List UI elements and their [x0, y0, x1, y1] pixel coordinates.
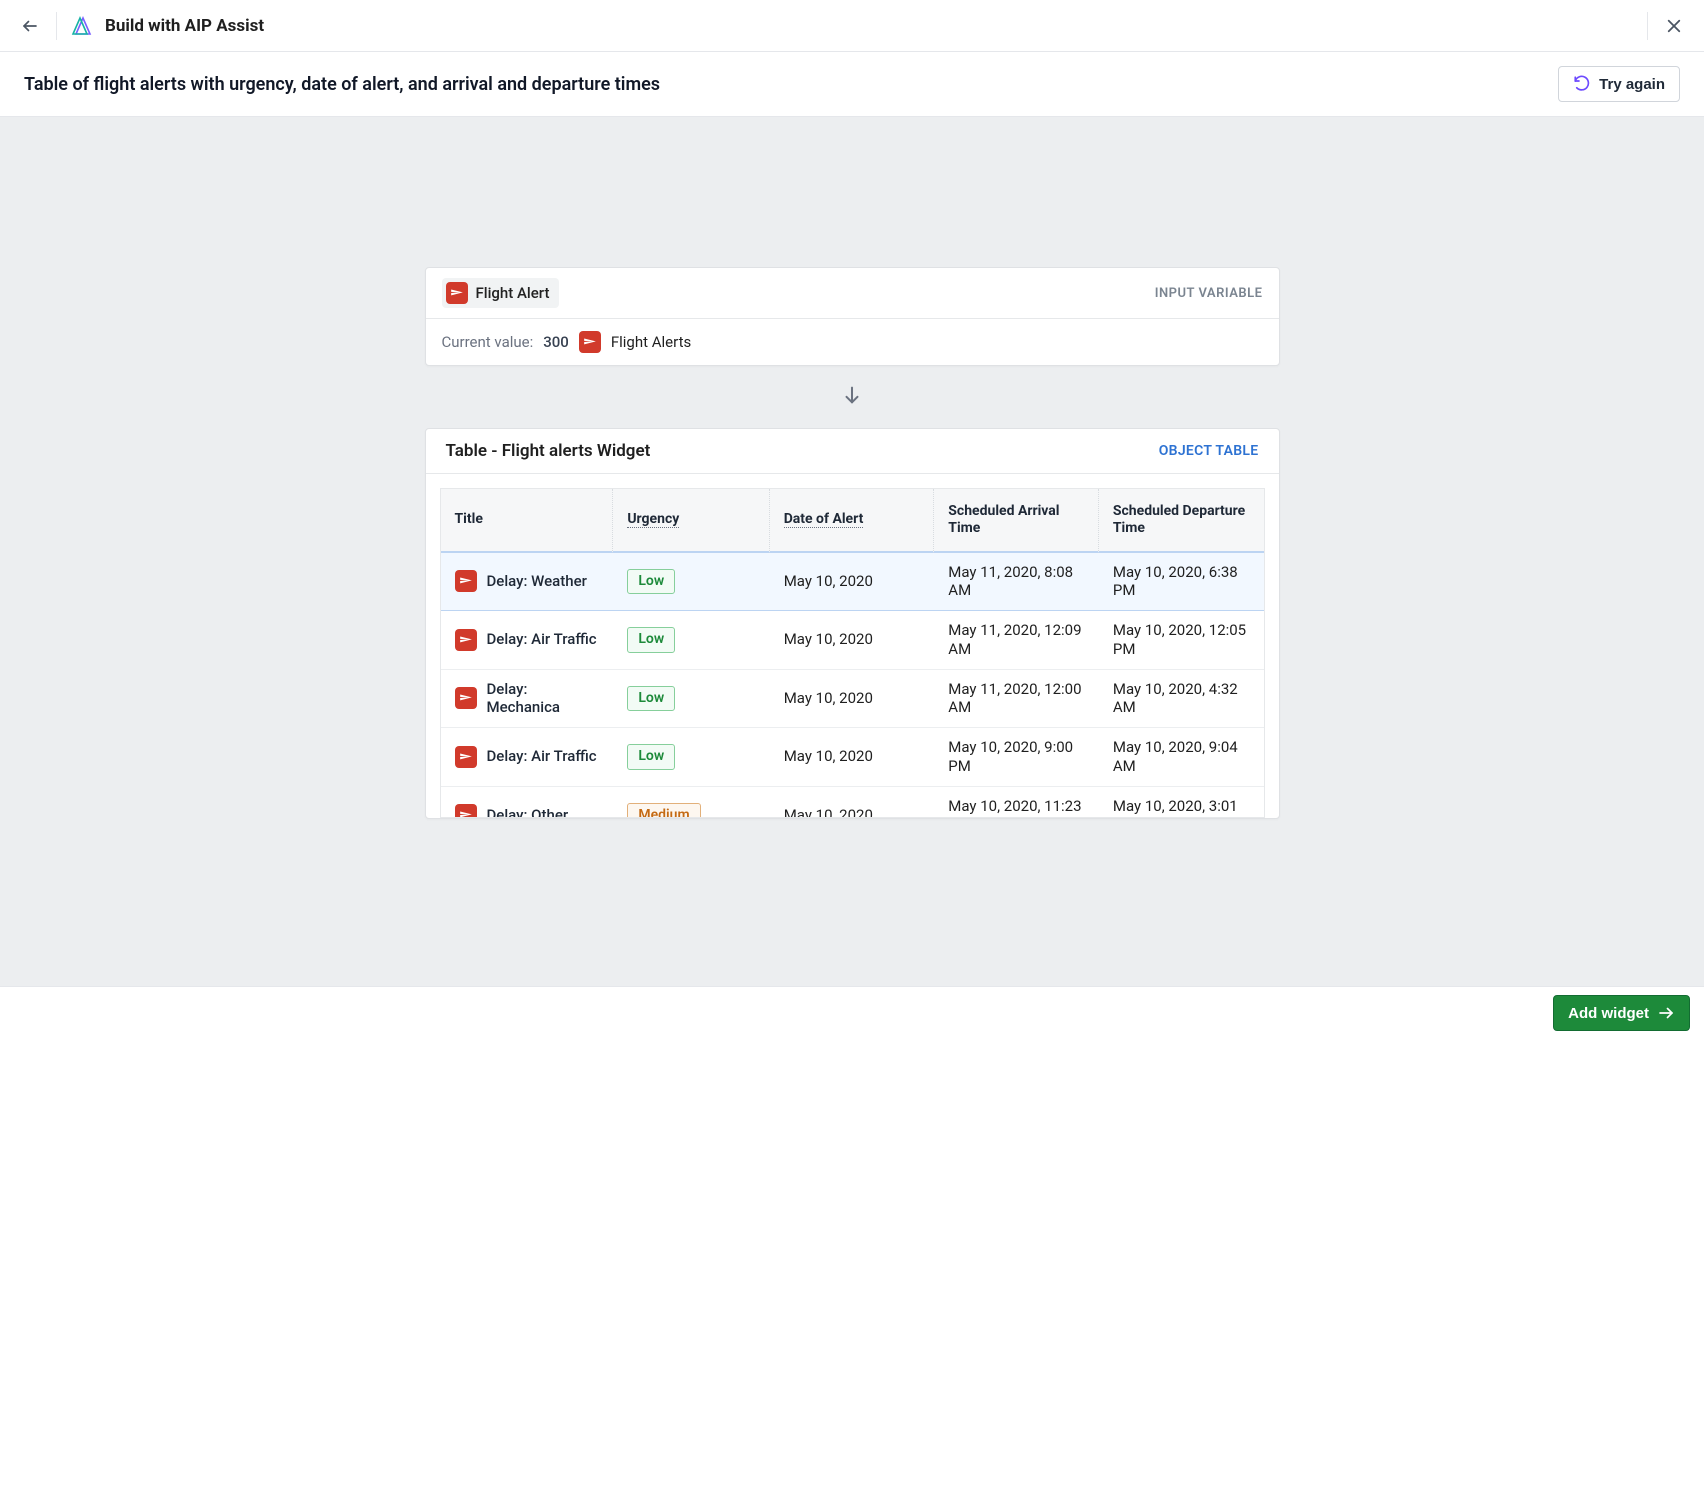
airplane-icon — [455, 804, 477, 818]
row-date: May 10, 2020 — [770, 670, 935, 729]
add-widget-button[interactable]: Add widget — [1553, 995, 1690, 1031]
arrow-left-icon — [21, 17, 39, 35]
column-header-date[interactable]: Date of Alert — [770, 489, 935, 553]
row-title: Delay: Other — [487, 806, 569, 818]
row-title: Delay: Weather — [487, 572, 587, 591]
flight-alert-chip[interactable]: Flight Alert — [442, 278, 560, 308]
row-departure: May 10, 2020, 9:04 AM — [1099, 728, 1264, 787]
object-table-header: Table - Flight alerts Widget OBJECT TABL… — [426, 429, 1279, 474]
canvas: Flight Alert INPUT VARIABLE Current valu… — [0, 117, 1704, 987]
urgency-badge: Low — [627, 569, 675, 595]
urgency-badge: Medium — [627, 803, 700, 818]
urgency-badge: Low — [627, 627, 675, 653]
chip-label: Flight Alert — [476, 284, 550, 302]
airplane-icon — [455, 629, 477, 651]
back-button[interactable] — [18, 14, 42, 38]
airplane-icon — [446, 282, 468, 304]
flow-arrow-icon — [841, 384, 863, 410]
airplane-icon — [455, 687, 477, 709]
topbar-divider — [1647, 12, 1648, 40]
row-date: May 10, 2020 — [770, 728, 935, 787]
table-row[interactable]: Delay: Mechanica Low May 10, 2020May 11, … — [441, 670, 1264, 729]
row-arrival: May 11, 2020, 8:08 AM — [934, 553, 1099, 612]
row-date: May 10, 2020 — [770, 787, 935, 818]
row-arrival: May 11, 2020, 12:09 AM — [934, 611, 1099, 670]
input-variable-card: Flight Alert INPUT VARIABLE Current valu… — [425, 267, 1280, 366]
column-header-title[interactable]: Title — [441, 489, 614, 553]
subheader: Table of flight alerts with urgency, dat… — [0, 52, 1704, 117]
undo-icon — [1573, 75, 1591, 93]
row-title: Delay: Mechanica — [487, 680, 600, 718]
close-button[interactable] — [1662, 14, 1686, 38]
object-table-title: Table - Flight alerts Widget — [446, 441, 651, 461]
table-header-row: Title Urgency Date of Alert Scheduled Ar… — [441, 489, 1264, 553]
aip-logo-icon — [71, 14, 95, 38]
input-variable-header: Flight Alert INPUT VARIABLE — [426, 268, 1279, 319]
prompt-text: Table of flight alerts with urgency, dat… — [24, 74, 660, 95]
airplane-icon — [579, 331, 601, 353]
row-date: May 10, 2020 — [770, 611, 935, 670]
input-variable-body: Current value: 300 Flight Alerts — [426, 319, 1279, 365]
close-icon — [1665, 17, 1683, 35]
airplane-icon — [455, 746, 477, 768]
current-value-count: 300 — [543, 333, 569, 351]
table-row[interactable]: Delay: Weather Low May 10, 2020May 11, 20… — [441, 553, 1264, 612]
object-table-card: Table - Flight alerts Widget OBJECT TABL… — [425, 428, 1280, 819]
try-again-button[interactable]: Try again — [1558, 66, 1680, 102]
object-table-meta: OBJECT TABLE — [1159, 443, 1259, 459]
column-header-urgency[interactable]: Urgency — [613, 489, 769, 553]
column-header-departure[interactable]: Scheduled Departure Time — [1099, 489, 1264, 553]
footer: Add widget — [0, 987, 1704, 1045]
arrow-right-icon — [1657, 1004, 1675, 1022]
add-widget-label: Add widget — [1568, 1005, 1649, 1022]
current-value-name: Flight Alerts — [611, 333, 691, 351]
row-departure: May 10, 2020, 4:32 AM — [1099, 670, 1264, 729]
row-date: May 10, 2020 — [770, 553, 935, 612]
urgency-badge: Low — [627, 744, 675, 770]
row-departure: May 10, 2020, 6:38 PM — [1099, 553, 1264, 612]
input-variable-meta: INPUT VARIABLE — [1155, 286, 1263, 301]
table-row[interactable]: Delay: Other MediumMay 10, 2020May 10, 2… — [441, 787, 1264, 818]
table-row[interactable]: Delay: Air Traffic LowMay 10, 2020May 10… — [441, 728, 1264, 787]
airplane-icon — [455, 570, 477, 592]
row-title: Delay: Air Traffic — [487, 747, 597, 766]
row-departure: May 10, 2020, 3:01 AM — [1099, 787, 1264, 818]
row-title: Delay: Air Traffic — [487, 630, 597, 649]
column-header-arrival[interactable]: Scheduled Arrival Time — [934, 489, 1099, 553]
table-row[interactable]: Delay: Air Traffic Low May 10, 2020May 11… — [441, 611, 1264, 670]
row-departure: May 10, 2020, 12:05 PM — [1099, 611, 1264, 670]
try-again-label: Try again — [1599, 76, 1665, 93]
urgency-badge: Low — [627, 686, 675, 712]
topbar: Build with AIP Assist — [0, 0, 1704, 52]
current-value-label: Current value: — [442, 333, 534, 351]
row-arrival: May 10, 2020, 11:23 AM — [934, 787, 1099, 818]
topbar-title: Build with AIP Assist — [105, 16, 264, 36]
row-arrival: May 11, 2020, 12:00 AM — [934, 670, 1099, 729]
topbar-divider — [56, 12, 57, 40]
row-arrival: May 10, 2020, 9:00 PM — [934, 728, 1099, 787]
flight-alerts-table: Title Urgency Date of Alert Scheduled Ar… — [440, 488, 1265, 818]
